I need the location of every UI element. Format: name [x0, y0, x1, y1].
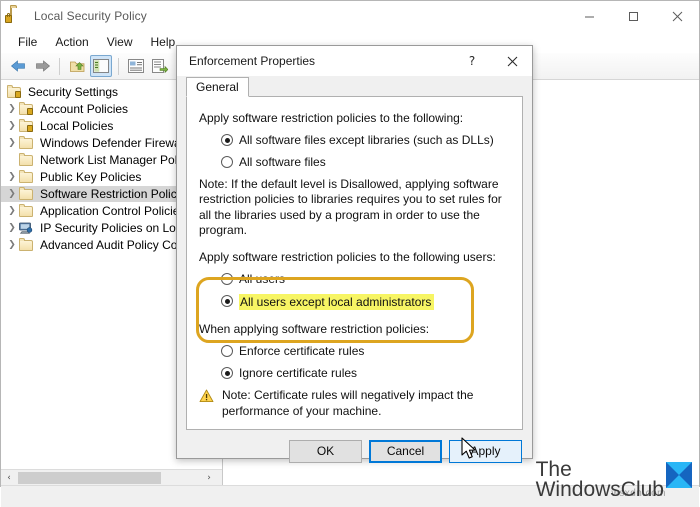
window-title: Local Security Policy: [34, 9, 147, 23]
properties-icon[interactable]: [125, 55, 147, 77]
radio-all-users-except-local-administrators[interactable]: All users except local administrators: [221, 294, 510, 311]
radio-button-icon[interactable]: [221, 295, 233, 308]
watermark-text: The WindowsClub: [535, 457, 664, 502]
radio-button-icon[interactable]: [221, 345, 233, 358]
show-hide-console-tree-icon[interactable]: [90, 55, 112, 77]
window-titlebar: Local Security Policy: [1, 1, 699, 31]
files-section-note: Note: If the default level is Disallowed…: [199, 177, 502, 238]
folder-icon: [19, 204, 35, 218]
dialog-body: General Apply software restriction polic…: [177, 76, 532, 431]
files-section-label: Apply software restriction policies to t…: [199, 111, 464, 125]
radio-label: All users: [239, 272, 286, 287]
tree-item-label: IP Security Policies on Local: [40, 221, 192, 235]
radio-all-software-files-except-libraries[interactable]: All software files except libraries (suc…: [221, 133, 510, 147]
folder-icon: [19, 187, 35, 201]
watermark: The WindowsClub: [535, 457, 692, 502]
folder-icon: [19, 136, 35, 150]
tree-item-label: Public Key Policies: [40, 170, 142, 184]
minimize-button[interactable]: [567, 1, 611, 31]
security-policy-lock-folder-icon: [5, 7, 26, 24]
folder-icon: [19, 153, 35, 167]
tree-item-label: Account Policies: [40, 102, 129, 116]
dialog-title: Enforcement Properties: [189, 54, 316, 68]
radio-label: All software files: [239, 155, 326, 169]
watermark-line-1: The: [535, 457, 572, 481]
chevron-right-icon[interactable]: ❯: [5, 172, 19, 182]
locked-folder-icon: [19, 102, 35, 116]
window-controls: [567, 1, 699, 31]
certificates-note-row: Note: Certificate rules will negatively …: [199, 388, 510, 419]
up-one-level-folder-icon[interactable]: [66, 55, 88, 77]
windowsclub-logo-icon: [666, 461, 692, 488]
dialog-help-button[interactable]: ?: [452, 46, 492, 76]
radio-label: Enforce certificate rules: [239, 344, 365, 359]
radio-button-icon[interactable]: [221, 273, 233, 286]
tree-item-label: Local Policies: [40, 119, 114, 133]
folder-icon: [19, 170, 35, 184]
warning-triangle-icon: [199, 389, 215, 406]
certificates-section-label: When applying software restriction polic…: [199, 322, 430, 337]
locked-folder-icon: [19, 119, 35, 133]
chevron-right-icon[interactable]: ❯: [5, 104, 19, 114]
radio-button-icon[interactable]: [221, 134, 233, 146]
ok-button[interactable]: OK: [289, 439, 362, 463]
radio-ignore-certificate-rules[interactable]: Ignore certificate rules: [221, 366, 510, 380]
tab-general[interactable]: General: [186, 77, 249, 97]
radio-label: All software files except libraries (suc…: [239, 133, 494, 147]
radio-label: Ignore certificate rules: [239, 366, 358, 381]
export-list-icon[interactable]: [149, 55, 171, 77]
chevron-right-icon[interactable]: ❯: [5, 138, 19, 148]
radio-label: All users except local administrators: [239, 294, 435, 311]
scrollbar-thumb[interactable]: [18, 471, 161, 484]
menu-file[interactable]: File: [9, 33, 46, 51]
general-tab-page: Apply software restriction policies to t…: [186, 96, 523, 431]
chevron-right-icon[interactable]: ❯: [5, 223, 19, 233]
radio-all-software-files[interactable]: All software files: [221, 155, 510, 169]
toolbar-separator: [59, 57, 60, 75]
dialog-controls: ?: [452, 46, 532, 76]
dialog-titlebar: Enforcement Properties ?: [177, 46, 532, 76]
dialog-close-button[interactable]: [492, 46, 532, 76]
cancel-button[interactable]: Cancel: [369, 439, 442, 463]
radio-button-icon[interactable]: [221, 367, 233, 380]
chevron-right-icon[interactable]: ❯: [5, 206, 19, 216]
chevron-right-icon[interactable]: ❯: [5, 121, 19, 131]
dialog-footer: OK Cancel Apply: [177, 430, 532, 472]
chevron-right-icon[interactable]: ❯: [5, 240, 19, 250]
menu-action[interactable]: Action: [46, 33, 97, 51]
users-section-label: Apply software restriction policies to t…: [199, 250, 496, 265]
chevron-right-icon[interactable]: ❯: [5, 189, 19, 199]
tree-item-label: Security Settings: [28, 85, 119, 99]
enforcement-properties-dialog: Enforcement Properties ? General Apply s…: [176, 45, 533, 463]
tree-item-label: Network List Manager Polic: [40, 153, 187, 167]
watermark-line-2: WindowsClub: [535, 478, 664, 502]
maximize-button[interactable]: [611, 1, 655, 31]
back-arrow-icon[interactable]: [7, 55, 29, 77]
scroll-left-arrow-icon[interactable]: ‹: [1, 470, 17, 485]
menu-view[interactable]: View: [98, 33, 142, 51]
scroll-right-arrow-icon[interactable]: ›: [201, 470, 217, 485]
radio-all-users[interactable]: All users: [221, 272, 510, 286]
radio-enforce-certificate-rules[interactable]: Enforce certificate rules: [221, 344, 510, 358]
certificates-section-note: Note: Certificate rules will negatively …: [222, 388, 474, 418]
tree-item-label: Software Restriction Policies: [40, 187, 193, 201]
lock-folder-icon: [7, 85, 23, 99]
tree-item-label: Advanced Audit Policy Con: [40, 238, 185, 252]
network-policy-icon: [19, 221, 35, 235]
close-button[interactable]: [655, 1, 699, 31]
tree-item-label: Windows Defender Firewall: [40, 136, 187, 150]
radio-button-icon[interactable]: [221, 156, 233, 168]
folder-icon: [19, 238, 35, 252]
dialog-tabstrip: General: [186, 76, 523, 97]
forward-arrow-icon[interactable]: [31, 55, 53, 77]
tree-item-label: Application Control Policies: [40, 204, 186, 218]
toolbar-separator: [118, 57, 119, 75]
apply-button[interactable]: Apply: [449, 439, 522, 463]
